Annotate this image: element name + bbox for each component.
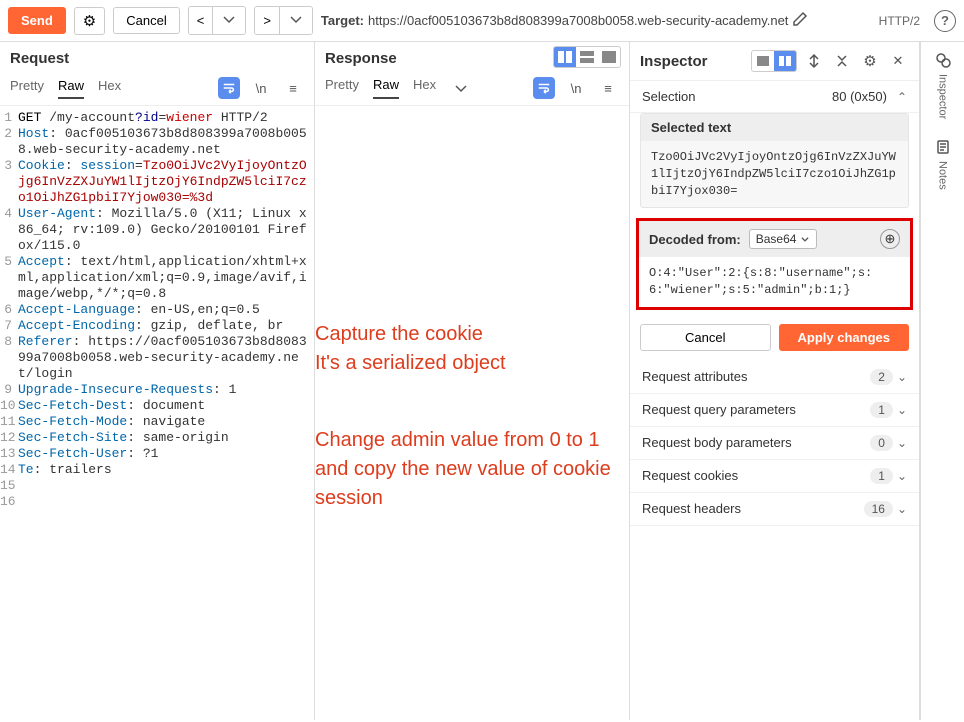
newline-icon[interactable]: \n [250,77,272,99]
resp-tab-pretty[interactable]: Pretty [325,77,359,99]
inspector-cancel-button[interactable]: Cancel [640,324,771,351]
send-button[interactable]: Send [8,7,66,34]
target-display: Target: https://0acf005103673b8d808399a7… [321,11,865,30]
code-line[interactable]: 16 [0,494,314,510]
insp-layout-b-icon[interactable] [774,51,796,71]
selected-text-label: Selected text [641,114,908,141]
collapse-all-icon[interactable] [831,50,853,72]
chevron-up-icon[interactable]: ⌃ [897,90,907,104]
annotation-2: Change admin value from 0 to 1 and copy … [315,426,629,513]
layout-columns-icon[interactable] [554,47,576,67]
request-pane: Request Pretty Raw Hex \n ≡ 1GET /my-acc… [0,42,315,720]
cancel-button[interactable]: Cancel [113,7,179,34]
code-line[interactable]: 4User-Agent: Mozilla/5.0 (X11; Linux x86… [0,206,314,254]
code-line[interactable]: 6Accept-Language: en-US,en;q=0.5 [0,302,314,318]
expand-all-icon[interactable] [803,50,825,72]
resp-tab-hex[interactable]: Hex [413,77,436,99]
chevron-down-icon [221,11,237,27]
chevron-down-icon[interactable]: ⌄ [897,403,907,417]
code-line[interactable]: 13Sec-Fetch-User: ?1 [0,446,314,462]
resp-tab-dropdown[interactable] [450,77,472,99]
code-line[interactable]: 14Te: trailers [0,462,314,478]
inspector-section[interactable]: Request body parameters0⌄ [630,427,919,460]
response-title: Response [325,50,397,67]
code-line[interactable]: 3Cookie: session=Tzo0OiJVc2VyIjoyOntzOjg… [0,158,314,206]
resp-hamburger-icon[interactable]: ≡ [597,77,619,99]
chevron-down-icon[interactable]: ⌄ [897,469,907,483]
request-title: Request [10,50,69,67]
history-back-button[interactable]: < [189,7,213,34]
tab-pretty[interactable]: Pretty [10,78,44,99]
code-line[interactable]: 1GET /my-account?id=wiener HTTP/2 [0,110,314,126]
layout-single-icon[interactable] [598,47,620,67]
decoded-text-value[interactable]: O:4:"User":2:{s:8:"username";s:6:"wiener… [639,257,910,307]
close-icon[interactable]: ✕ [887,50,909,72]
gear-icon: ⚙ [83,12,96,30]
inspector-icon [935,52,951,68]
selection-value: 80 (0x50) [832,89,887,104]
inspector-title: Inspector [640,53,745,70]
code-line[interactable]: 11Sec-Fetch-Mode: navigate [0,414,314,430]
code-line[interactable]: 10Sec-Fetch-Dest: document [0,398,314,414]
sidebar-notes[interactable]: Notes [935,139,951,190]
tab-raw[interactable]: Raw [58,78,84,99]
tab-hex[interactable]: Hex [98,78,121,99]
layout-rows-icon[interactable] [576,47,598,67]
decoded-box: Decoded from: Base64 ⊕ O:4:"User":2:{s:8… [636,218,913,310]
insp-layout-a-icon[interactable] [752,51,774,71]
chevron-down-icon [288,11,304,27]
history-fwd-dropdown[interactable] [279,7,312,34]
top-toolbar: Send ⚙ Cancel < > Target: https://0acf00… [0,0,964,42]
resp-newline-icon[interactable]: \n [565,77,587,99]
sidebar-inspector[interactable]: Inspector [935,52,951,119]
inspector-section[interactable]: Request attributes2⌄ [630,361,919,394]
selection-row[interactable]: Selection 80 (0x50) ⌃ [630,81,919,113]
history-back-group: < [188,6,247,35]
chevron-down-icon [800,234,810,244]
history-back-dropdown[interactable] [212,7,245,34]
target-url: https://0acf005103673b8d808399a7008b0058… [368,13,788,28]
add-encoding-button[interactable]: ⊕ [880,229,900,249]
chevron-down-icon[interactable]: ⌄ [897,436,907,450]
apply-changes-button[interactable]: Apply changes [779,324,910,351]
history-fwd-group: > [254,6,313,35]
request-code[interactable]: 1GET /my-account?id=wiener HTTP/22Host: … [0,106,314,720]
code-line[interactable]: 5Accept: text/html,application/xhtml+xml… [0,254,314,302]
target-label: Target: [321,13,364,28]
right-sidebar: Inspector Notes [920,42,964,720]
resp-wrap-icon[interactable] [533,77,555,99]
settings-button[interactable]: ⚙ [74,7,105,35]
resp-tab-raw[interactable]: Raw [373,77,399,99]
wrap-icon[interactable] [218,77,240,99]
pencil-icon[interactable] [792,11,808,30]
decoded-from-label: Decoded from: [649,232,741,247]
annotation-1: Capture the cookie It's a serialized obj… [315,320,506,378]
selection-label: Selection [642,89,832,104]
inspector-layout-toggle [751,50,797,72]
code-line[interactable]: 12Sec-Fetch-Site: same-origin [0,430,314,446]
inspector-section[interactable]: Request headers16⌄ [630,493,919,526]
code-line[interactable]: 8Referer: https://0acf005103673b8d808399… [0,334,314,382]
inspector-gear-icon[interactable]: ⚙ [859,50,881,72]
chevron-down-icon[interactable]: ⌄ [897,370,907,384]
code-line[interactable]: 9Upgrade-Insecure-Requests: 1 [0,382,314,398]
history-fwd-button[interactable]: > [255,7,279,34]
response-pane: Response Pretty Raw Hex \n ≡ Capture the… [315,42,630,720]
hamburger-icon[interactable]: ≡ [282,77,304,99]
inspector-pane: Inspector ⚙ ✕ Selection 80 (0x50) ⌃ Sele… [630,42,920,720]
code-line[interactable]: 7Accept-Encoding: gzip, deflate, br [0,318,314,334]
chevron-down-icon[interactable]: ⌄ [897,502,907,516]
notes-icon [935,139,951,155]
inspector-section[interactable]: Request cookies1⌄ [630,460,919,493]
layout-toggle [553,46,621,68]
response-code[interactable]: Capture the cookie It's a serialized obj… [315,106,629,720]
help-icon[interactable]: ? [934,10,956,32]
encoding-select[interactable]: Base64 [749,229,818,249]
http-version[interactable]: HTTP/2 [873,12,926,30]
inspector-section[interactable]: Request query parameters1⌄ [630,394,919,427]
selected-text-box: Selected text Tzo0OiJVc2VyIjoyOntzOjg6In… [640,113,909,208]
selected-text-value[interactable]: Tzo0OiJVc2VyIjoyOntzOjg6InVzZXJuYW1lIjtz… [641,141,908,207]
code-line[interactable]: 15 [0,478,314,494]
code-line[interactable]: 2Host: 0acf005103673b8d808399a7008b0058.… [0,126,314,158]
